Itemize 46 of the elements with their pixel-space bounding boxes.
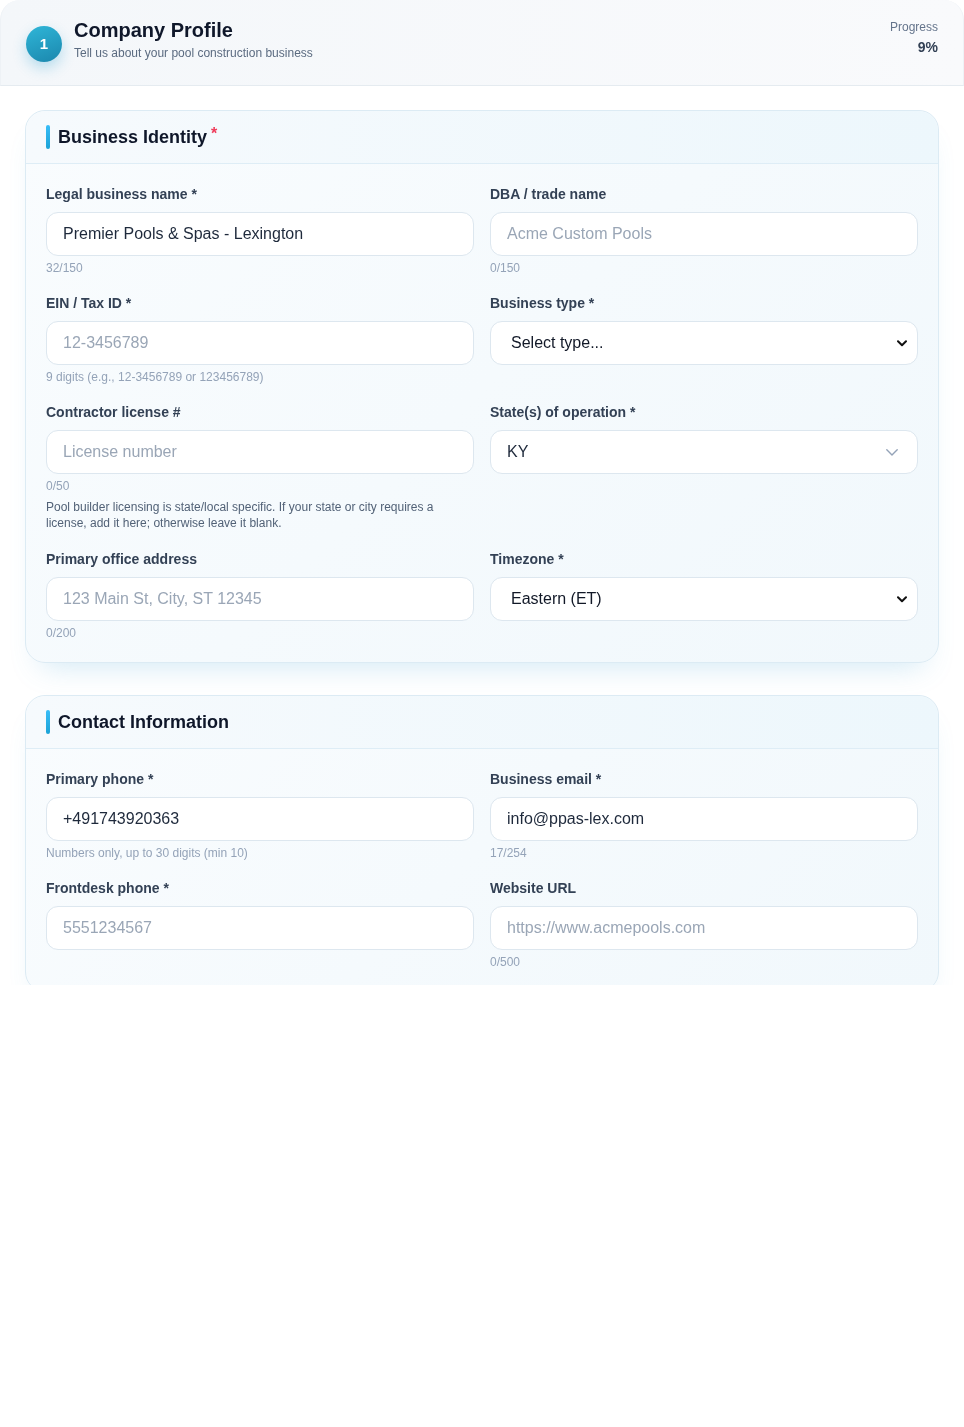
field-label: DBA / trade name	[490, 186, 607, 203]
input-field[interactable]: info@ppas-lex.com	[490, 797, 918, 841]
input-field[interactable]: Acme Custom Pools	[490, 212, 918, 256]
field-label: Business email *	[490, 771, 602, 788]
accent-bar	[46, 710, 50, 734]
input-field[interactable]: +491743920363	[46, 797, 474, 841]
input-field[interactable]: https://www.acmepools.com	[490, 906, 918, 950]
field-label: Contractor license #	[46, 404, 181, 421]
page-title: Company Profile	[74, 18, 234, 42]
input-field[interactable]: Premier Pools & Spas - Lexington	[46, 212, 474, 256]
field-label: Legal business name *	[46, 186, 197, 203]
hint-text: Numbers only, up to 30 digits (min 10)	[46, 846, 248, 860]
help-note: Pool builder licensing is state/local specific. If your state or city requires a license, add it here; otherwise leave it blank.	[46, 499, 435, 531]
character-counter: 17/254	[490, 846, 527, 860]
field-label: Website URL	[490, 880, 577, 897]
dropdown-field[interactable]: KY	[490, 430, 918, 474]
character-counter: 0/200	[46, 626, 77, 640]
accent-bar	[46, 125, 50, 149]
input-field[interactable]: License number	[46, 430, 474, 474]
field-label: Timezone *	[490, 551, 564, 568]
field-label: Primary phone *	[46, 771, 154, 788]
input-field[interactable]: 5551234567	[46, 906, 474, 950]
chevron-down-icon	[886, 448, 898, 456]
required-mark: *	[211, 125, 218, 143]
input-field[interactable]: 123 Main St, City, ST 12345	[46, 577, 474, 621]
hint-text: 9 digits (e.g., 12-3456789 or 123456789)	[46, 370, 264, 384]
field-label: State(s) of operation *	[490, 404, 636, 421]
field-label: Frontdesk phone *	[46, 880, 169, 897]
input-field[interactable]: 12-3456789	[46, 321, 474, 365]
select-field[interactable]: Eastern (ET)	[490, 577, 918, 621]
character-counter: 32/150	[46, 261, 83, 275]
field-label: Business type *	[490, 295, 595, 312]
section-title: Contact Information	[58, 711, 229, 733]
field-label: EIN / Tax ID *	[46, 295, 132, 312]
progress-label: Progress	[889, 19, 938, 34]
field-label: Primary office address	[46, 551, 197, 568]
caret-icon	[897, 595, 907, 603]
character-counter: 0/50	[46, 479, 70, 493]
caret-icon	[897, 339, 907, 347]
page-subtitle: Tell us about your pool construction business	[74, 46, 313, 61]
progress-value: 9%	[916, 38, 938, 55]
step-badge: 1	[26, 25, 62, 62]
select-field[interactable]: Select type...	[490, 321, 918, 365]
character-counter: 0/500	[490, 955, 521, 969]
section-title: Business Identity	[58, 126, 208, 148]
character-counter: 0/150	[490, 261, 521, 275]
